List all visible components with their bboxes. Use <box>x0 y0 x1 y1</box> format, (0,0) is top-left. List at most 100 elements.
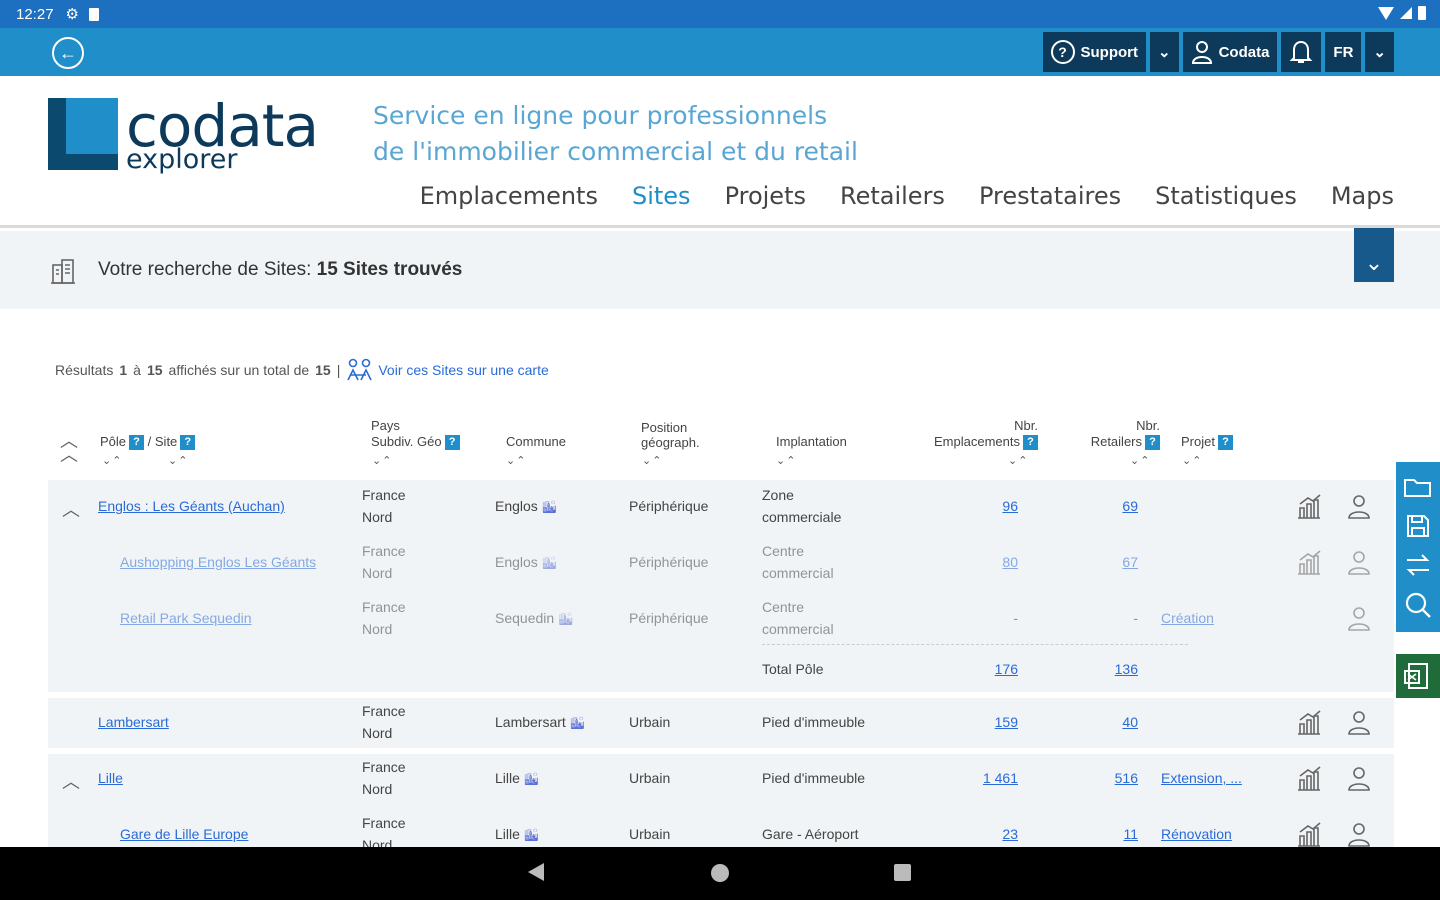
person-pin-icon[interactable] <box>1346 550 1372 576</box>
support-dropdown-button[interactable]: ⌄ <box>1150 32 1179 72</box>
site-name-link[interactable]: Lille <box>98 770 123 786</box>
total-ret-link[interactable]: 136 <box>1088 661 1138 677</box>
commune-map-icon[interactable]: 🏙 <box>524 772 539 786</box>
search-icon[interactable] <box>1404 591 1432 619</box>
sort-projet-icon[interactable]: ⌄⌃ <box>1182 454 1202 467</box>
site-country: France <box>362 543 406 559</box>
person-pin-icon[interactable] <box>1346 606 1372 632</box>
sort-position-icon[interactable]: ⌄⌃ <box>642 454 662 467</box>
stats-icon[interactable] <box>1296 494 1322 520</box>
sort-implantation-icon[interactable]: ⌄⌃ <box>776 454 796 467</box>
help-badge[interactable]: ? <box>180 435 196 451</box>
sort-site-icon[interactable]: ⌄⌃ <box>168 454 188 467</box>
sort-empl-icon[interactable]: ⌄⌃ <box>1008 454 1028 467</box>
nav-maps[interactable]: Maps <box>1331 182 1394 210</box>
chevron-down-icon: ⌄ <box>1373 44 1386 61</box>
col-position[interactable]: Position géograph. <box>641 420 700 450</box>
site-retailers-link[interactable]: 11 <box>1088 826 1138 842</box>
logo-mark-bar <box>48 154 118 170</box>
sort-commune-icon[interactable]: ⌄⌃ <box>506 454 526 467</box>
support-button[interactable]: ? Support <box>1042 32 1146 72</box>
person-pin-icon[interactable] <box>1346 710 1372 736</box>
nav-projets[interactable]: Projets <box>725 182 806 210</box>
nav-back-icon[interactable] <box>528 863 544 881</box>
collapse-group-icon[interactable]: ︿ <box>62 496 80 522</box>
nav-statistiques[interactable]: Statistiques <box>1155 182 1297 210</box>
site-projet-link[interactable]: Rénovation <box>1161 826 1232 842</box>
codata-logo[interactable]: codata explorer <box>48 92 338 178</box>
help-badge[interactable]: ? <box>1023 435 1038 451</box>
site-emplacements-link[interactable]: 23 <box>968 826 1018 842</box>
help-badge[interactable]: ? <box>444 435 460 451</box>
sort-pays-icon[interactable]: ⌄⌃ <box>372 454 392 467</box>
map-link[interactable]: Voir ces Sites sur une carte <box>346 358 549 382</box>
site-retailers-link[interactable]: 516 <box>1088 770 1138 786</box>
person-pin-icon[interactable] <box>1346 494 1372 520</box>
site-emplacements-link[interactable]: 159 <box>968 714 1018 730</box>
impl-line-2: commerciale <box>762 509 842 525</box>
stats-icon[interactable] <box>1296 550 1322 576</box>
commune-map-icon[interactable]: 🏙 <box>570 716 585 730</box>
help-badge[interactable]: ? <box>129 435 145 451</box>
site-position: Urbain <box>629 714 671 730</box>
help-badge[interactable]: ? <box>1145 435 1160 451</box>
total-empl-link[interactable]: 176 <box>968 661 1018 677</box>
swap-icon[interactable] <box>1404 553 1432 577</box>
nav-home-icon[interactable] <box>711 864 729 882</box>
site-retailers-link[interactable]: 40 <box>1088 714 1138 730</box>
site-position: Périphérique <box>629 554 709 570</box>
folder-icon[interactable] <box>1403 475 1433 499</box>
site-projet-link[interactable]: Création <box>1161 610 1214 626</box>
site-position: Périphérique <box>629 498 709 514</box>
save-icon[interactable] <box>1405 513 1431 539</box>
sort-pole-icon[interactable]: ⌄⌃ <box>102 454 122 467</box>
col-pays[interactable]: Pays Subdiv. Géo? <box>371 418 460 451</box>
collapse-search-button[interactable]: ⌄ <box>1354 228 1394 282</box>
nav-retailers[interactable]: Retailers <box>840 182 945 210</box>
site-retailers-link[interactable]: 67 <box>1088 554 1138 570</box>
site-name-link[interactable]: Retail Park Sequedin <box>120 610 252 626</box>
col-commune[interactable]: Commune <box>506 434 566 449</box>
app-top-bar: ← ? Support ⌄ Codata FR ⌄ <box>0 28 1440 76</box>
site-projet-link[interactable]: Extension, ... <box>1161 770 1242 786</box>
site-emplacements-link[interactable]: 80 <box>968 554 1018 570</box>
user-button[interactable]: Codata <box>1182 32 1278 72</box>
site-name-link[interactable]: Aushopping Englos Les Géants <box>120 554 316 570</box>
person-pin-icon[interactable] <box>1346 766 1372 792</box>
col-emplacements[interactable]: Nbr. Emplacements? <box>916 418 1038 451</box>
collapse-group-icon[interactable]: ︿ <box>62 768 80 794</box>
col-retailers[interactable]: Nbr. Retailers? <box>1076 418 1160 451</box>
bell-icon <box>1290 40 1313 63</box>
nav-sites[interactable]: Sites <box>632 182 691 210</box>
stats-icon[interactable] <box>1296 822 1322 848</box>
stats-icon[interactable] <box>1296 710 1322 736</box>
help-badge[interactable]: ? <box>1217 435 1233 451</box>
nav-emplacements[interactable]: Emplacements <box>420 182 598 210</box>
sort-ret-icon[interactable]: ⌄⌃ <box>1130 454 1150 467</box>
site-commune: Lambersart 🏙 <box>495 714 585 730</box>
col-pole-site[interactable]: Pôle? / Site? <box>100 434 196 451</box>
impl-line-1: Centre <box>762 599 805 615</box>
site-name-link[interactable]: Lambersart <box>98 714 169 730</box>
commune-map-icon[interactable]: 🏙 <box>524 828 539 842</box>
site-name-link[interactable]: Gare de Lille Europe <box>120 826 248 842</box>
person-pin-icon[interactable] <box>1346 822 1372 848</box>
export-button[interactable] <box>1396 654 1440 698</box>
col-projet[interactable]: Projet? <box>1181 434 1233 451</box>
commune-map-icon[interactable]: 🏙 <box>542 556 557 570</box>
language-button[interactable]: FR <box>1325 32 1362 72</box>
language-dropdown-button[interactable]: ⌄ <box>1365 32 1394 72</box>
nav-prestataires[interactable]: Prestataires <box>979 182 1121 210</box>
col-implantation[interactable]: Implantation <box>776 434 847 449</box>
nav-recents-icon[interactable] <box>894 864 911 881</box>
commune-map-icon[interactable]: 🏙 <box>542 500 557 514</box>
commune-map-icon[interactable]: 🏙 <box>558 612 573 626</box>
collapse-all-icon[interactable]: ︿ ︿ <box>60 432 78 464</box>
notifications-button[interactable] <box>1281 32 1322 72</box>
site-name-link[interactable]: Englos : Les Géants (Auchan) <box>98 498 285 514</box>
back-icon[interactable]: ← <box>52 37 84 69</box>
site-emplacements-link[interactable]: 96 <box>968 498 1018 514</box>
stats-icon[interactable] <box>1296 766 1322 792</box>
site-retailers-link[interactable]: 69 <box>1088 498 1138 514</box>
site-emplacements-link[interactable]: 1 461 <box>968 770 1018 786</box>
